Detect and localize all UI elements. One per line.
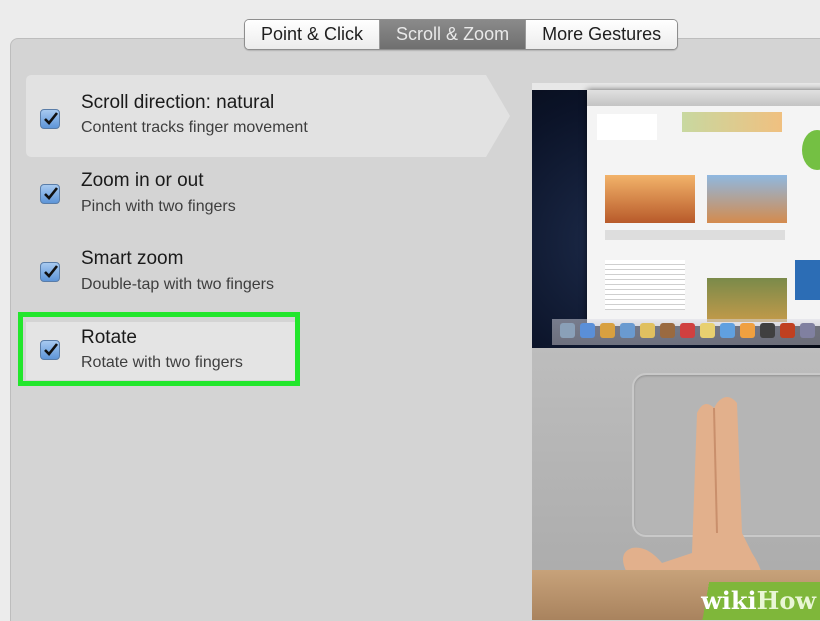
wikihow-watermark: wikiHow [690, 582, 820, 620]
checkmark-icon [44, 187, 59, 200]
option-subtitle: Content tracks finger movement [81, 119, 308, 136]
checkbox-zoom[interactable] [40, 184, 60, 204]
option-subtitle: Pinch with two fingers [81, 198, 236, 215]
option-scroll-direction[interactable]: Scroll direction: natural Content tracks… [26, 75, 308, 136]
leopard-photo [707, 278, 787, 322]
tab-more-gestures[interactable]: More Gestures [526, 20, 678, 49]
circle-graphic [802, 130, 820, 170]
ad-block [795, 260, 820, 300]
tab-bar: Point & Click Scroll & Zoom More Gesture… [244, 19, 679, 50]
option-zoom[interactable]: Zoom in or out Pinch with two fingers [26, 168, 296, 228]
checkmark-icon [44, 265, 59, 278]
browser-toolbar [587, 90, 820, 106]
checkbox-scroll-direction[interactable] [40, 109, 60, 129]
tab-point-and-click[interactable]: Point & Click [245, 20, 381, 49]
checkmark-icon [44, 112, 59, 125]
option-title: Scroll direction: natural [81, 92, 275, 113]
browser-window [587, 90, 820, 326]
watermark-part1: wiki [701, 586, 757, 615]
balloon-photo [707, 175, 787, 223]
option-smart-zoom[interactable]: Smart zoom Double-tap with two fingers [26, 246, 296, 306]
highlight-box [18, 312, 300, 386]
text-lines [605, 230, 785, 240]
menu-bar [532, 83, 820, 90]
paris-photo [605, 175, 695, 223]
checkbox-smart-zoom[interactable] [40, 262, 60, 282]
option-title: Zoom in or out [81, 170, 204, 191]
image-thumbnail [682, 112, 782, 132]
tab-scroll-and-zoom[interactable]: Scroll & Zoom [380, 20, 527, 49]
option-title: Smart zoom [81, 248, 184, 269]
list-block [605, 260, 685, 310]
dock [552, 319, 820, 345]
option-subtitle: Double-tap with two fingers [81, 276, 274, 293]
article-snippet [597, 114, 657, 140]
watermark-part2: How [756, 586, 816, 615]
preview-screen [532, 83, 820, 348]
gesture-preview [532, 83, 820, 620]
